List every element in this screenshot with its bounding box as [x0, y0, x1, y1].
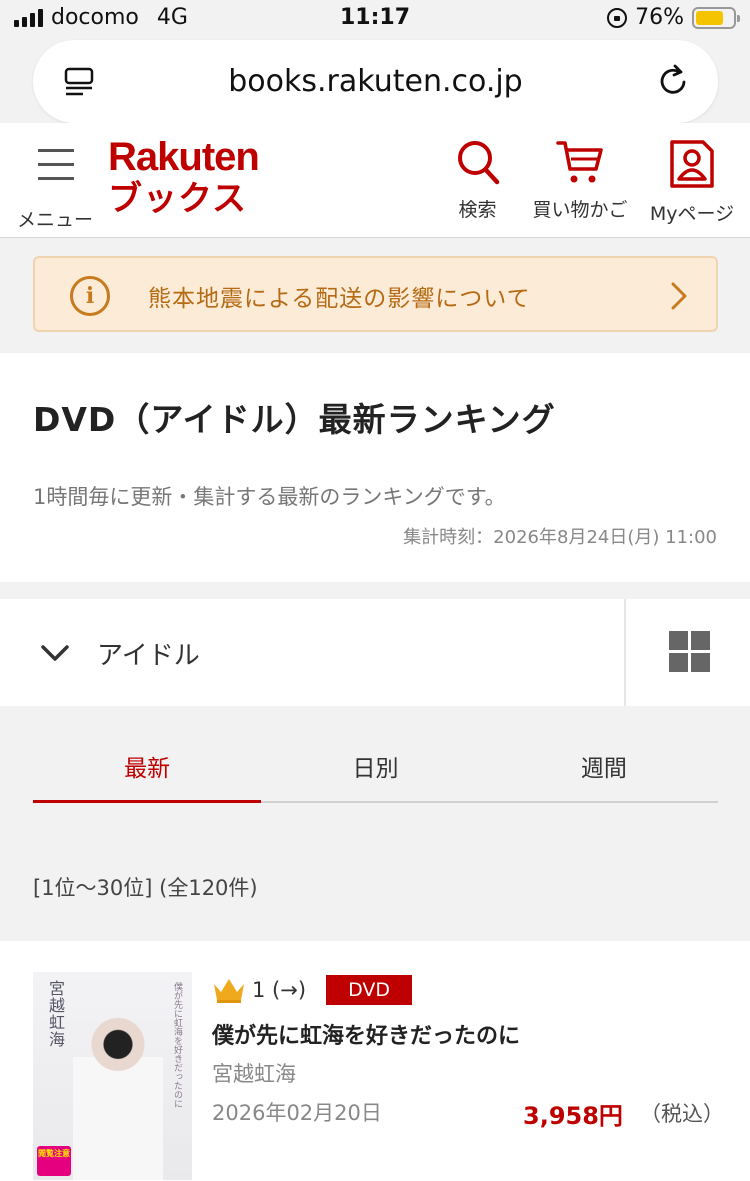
reload-icon[interactable]	[654, 62, 692, 100]
mypage-label: Myページ	[649, 203, 735, 225]
rotation-lock-icon	[607, 7, 628, 28]
status-bar: docomo 4G 11:17 76%	[0, 0, 750, 36]
product-cover-image[interactable]: 宮越虹海 僕が先に虹海を好きだったのに 閲覧注意	[33, 972, 192, 1180]
rakuten-books-logo[interactable]: Rakuten ブックス	[108, 135, 260, 219]
result-count: [1位〜30位] (全120件)	[33, 876, 258, 900]
category-filter: アイドル	[0, 599, 750, 706]
cover-photo-figure	[73, 1012, 163, 1180]
cover-stamp: 閲覧注意	[37, 1146, 71, 1176]
mypage-button[interactable]: Myページ	[648, 139, 736, 226]
logo-text-books: ブックス	[108, 179, 247, 219]
release-date: 2026年02月20日	[212, 1101, 382, 1125]
chevron-right-icon	[671, 282, 687, 310]
grid-view-button[interactable]	[624, 599, 750, 706]
address-bar[interactable]: books.rakuten.co.jp	[33, 40, 718, 123]
tax-note: （税込）	[640, 1102, 724, 1126]
category-dropdown[interactable]: アイドル	[0, 599, 623, 706]
list-item[interactable]: 宮越虹海 僕が先に虹海を好きだったのに 閲覧注意 1 (→) DVD 僕が先に虹…	[0, 941, 750, 1181]
battery-percent: 76%	[635, 5, 684, 30]
product-price: 3,958円	[523, 1102, 623, 1130]
search-button[interactable]: 検索	[455, 139, 500, 222]
cart-button[interactable]: 買い物かご	[530, 139, 630, 222]
product-title[interactable]: 僕が先に虹海を好きだったのに	[212, 1018, 520, 1050]
ranking-header: DVD（アイドル）最新ランキング 1時間毎に更新・集計する最新のランキングです。…	[0, 353, 750, 582]
ranking-description: 1時間毎に更新・集計する最新のランキングです。	[33, 485, 506, 509]
hamburger-icon	[38, 149, 74, 191]
search-label: 検索	[458, 199, 497, 221]
format-badge: DVD	[326, 975, 413, 1005]
crown-icon	[214, 979, 244, 1003]
url-text[interactable]: books.rakuten.co.jp	[33, 64, 718, 99]
menu-button[interactable]: メニュー	[14, 145, 96, 233]
tab-weekly[interactable]: 週間	[490, 725, 718, 801]
search-icon	[457, 141, 499, 185]
page-title: DVD（アイドル）最新ランキング	[33, 400, 556, 439]
period-tabs: 最新 日別 週間	[33, 725, 718, 803]
cover-text-main: 宮越虹海	[46, 980, 65, 1048]
category-label: アイドル	[97, 641, 200, 671]
site-header: メニュー Rakuten ブックス 検索 買い物かご Myページ	[0, 123, 750, 238]
rank-row: 1 (→) DVD	[212, 975, 413, 1005]
logo-text-rakuten: Rakuten	[108, 135, 260, 179]
tab-daily[interactable]: 日別	[261, 725, 489, 801]
cover-text-sub: 僕が先に虹海を好きだったのに	[172, 982, 182, 1108]
battery-icon	[692, 6, 740, 29]
menu-label: メニュー	[16, 209, 93, 231]
cart-label: 買い物かご	[532, 199, 628, 221]
chevron-down-icon	[41, 645, 69, 661]
cart-icon	[556, 141, 603, 183]
user-icon	[670, 140, 714, 188]
product-artist[interactable]: 宮越虹海	[212, 1058, 296, 1088]
notice-banner[interactable]: i 熊本地震による配送の影響について	[33, 256, 718, 332]
notice-text: 熊本地震による配送の影響について	[148, 286, 531, 312]
aggregation-time: 集計時刻：2026年8月24日(月) 11:00	[403, 527, 717, 548]
rank-number: 1 (→)	[252, 978, 307, 1002]
info-icon: i	[70, 276, 110, 316]
tab-latest[interactable]: 最新	[33, 725, 262, 803]
grid-icon	[669, 631, 710, 672]
